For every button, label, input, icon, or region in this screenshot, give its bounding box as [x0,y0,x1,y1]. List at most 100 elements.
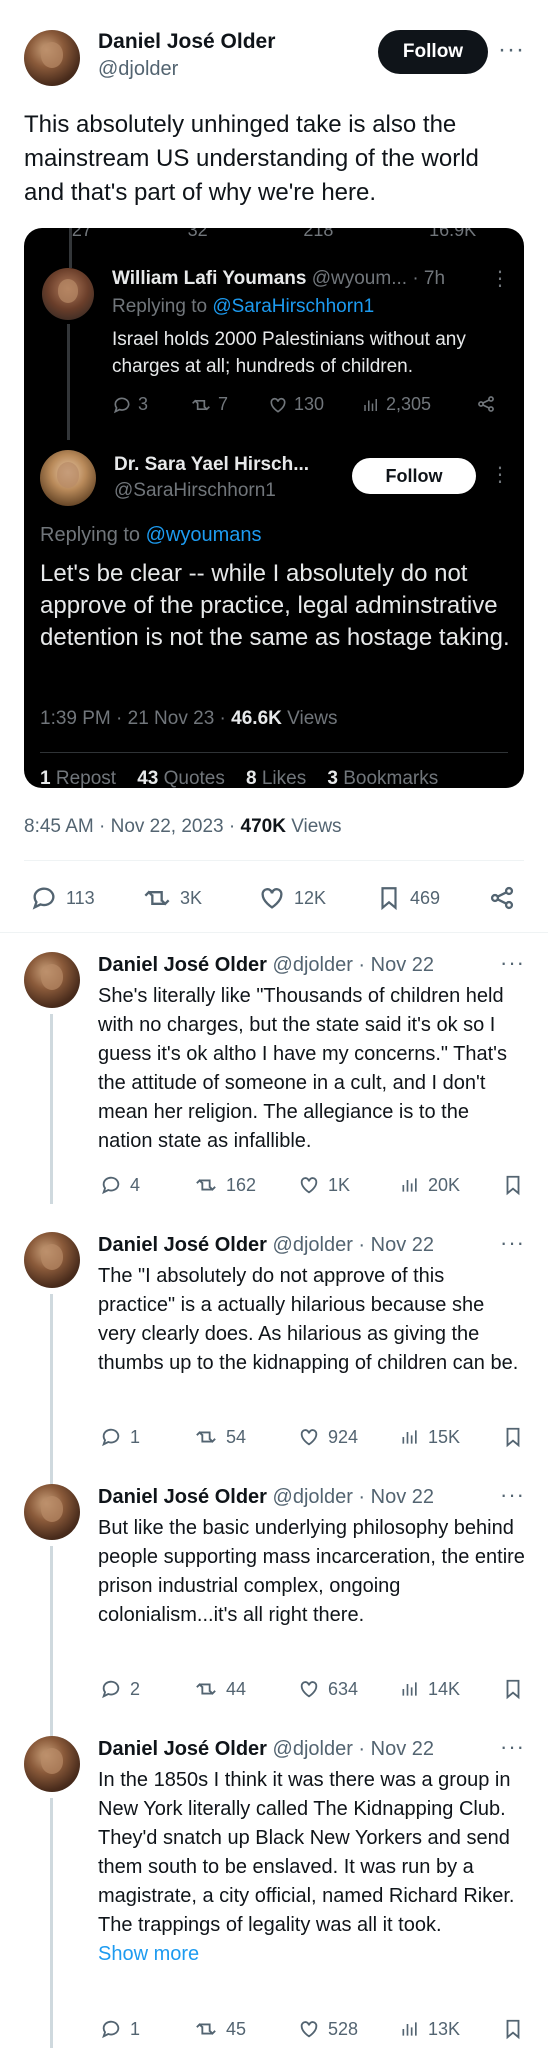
follow-button[interactable]: Follow [378,30,488,74]
reply-author-name[interactable]: Daniel José Older [98,954,267,976]
reply-icon [102,1428,120,1447]
share-action[interactable] [488,884,516,912]
bookmark-action[interactable]: 469 [376,884,440,912]
reply-action[interactable]: 1 [100,2018,140,2040]
youmans-name[interactable]: William Lafi Youmans [112,268,306,289]
repost-action[interactable]: 7 [190,394,228,415]
views-count: 13K [428,2018,461,2039]
replying-prefix: Replying to [112,296,213,317]
bookmark-action[interactable] [502,1174,524,1196]
reply-action[interactable]: 2 [100,1678,140,1700]
like-icon [300,2021,318,2038]
quoted-tweet-card[interactable]: 27 32 218 16.9K William Lafi Youmans @wy… [24,228,524,788]
bookmarks-label[interactable]: Bookmarks [338,768,438,788]
quotes-total[interactable]: 43 [137,768,158,788]
hirschhorn-time[interactable]: 1:39 PM · 21 Nov 23 · [40,708,231,729]
youmans-avatar[interactable] [42,268,94,320]
hirschhorn-handle[interactable]: @SaraHirschhorn1 [114,480,276,502]
more-icon[interactable]: ⋮ [490,462,510,487]
views-icon [402,1178,417,1192]
youmans-handle[interactable]: @wyoum... [306,268,407,289]
author-avatar[interactable] [24,1232,80,1288]
reply-text: But like the basic underlying philosophy… [98,1517,525,1626]
bookmark-action[interactable] [502,1426,524,1448]
repost-icon [196,1683,216,1695]
tweet-text: This absolutely unhinged take is also th… [24,111,479,206]
bookmark-icon [506,1427,520,1448]
youmans-header[interactable]: William Lafi Youmans @wyoum... · 7h [112,268,445,290]
bookmarks-total[interactable]: 3 [327,768,338,788]
reply-handle-time[interactable]: @djolder · Nov 22 [267,954,435,976]
repost-action[interactable]: 3K [142,884,202,912]
likes-label[interactable]: Likes [257,768,306,788]
reply-author-name[interactable]: Daniel José Older [98,1738,267,1760]
more-icon[interactable]: ⋮ [490,266,510,291]
like-action[interactable]: 924 [298,1426,358,1448]
reply-action[interactable]: 113 [30,884,95,912]
author-handle[interactable]: @djolder [98,58,178,81]
reply-author-name[interactable]: Daniel José Older [98,1234,267,1256]
reply-header: Daniel José Older @djolder · Nov 22 [98,954,434,977]
replying-to-link[interactable]: @wyoumans [146,524,262,546]
reply-author-name[interactable]: Daniel José Older [98,1486,267,1508]
author-avatar[interactable] [24,1736,80,1792]
more-icon[interactable]: ··· [500,1230,525,1256]
more-icon[interactable]: ··· [500,1734,525,1760]
reply-handle-time[interactable]: @djolder · Nov 22 [267,1234,435,1256]
repost-action[interactable]: 162 [194,1174,256,1196]
author-avatar[interactable] [24,952,80,1008]
share-action[interactable] [476,394,496,414]
replying-to-link[interactable]: @SaraHirschhorn1 [212,296,374,317]
views-action[interactable]: 20K [400,1174,460,1196]
reply-action[interactable]: 3 [112,394,148,415]
reply-header: Daniel José Older @djolder · Nov 22 [98,1234,434,1257]
like-action[interactable]: 528 [298,2018,358,2040]
repost-count: 3K [180,887,203,908]
like-icon [300,1429,318,1446]
quotes-label[interactable]: Quotes [158,768,225,788]
views-action[interactable]: 13K [400,2018,460,2040]
repost-total[interactable]: 1 [40,768,51,788]
hirschhorn-avatar[interactable] [40,450,96,506]
divider [24,860,524,861]
hirschhorn-follow-button[interactable]: Follow [352,458,476,494]
hirschhorn-meta: 1:39 PM · 21 Nov 23 · 46.6K Views [40,708,337,730]
like-count: 12K [294,887,327,908]
like-action[interactable]: 130 [268,394,324,415]
views-action[interactable]: 15K [400,1426,460,1448]
youmans-text: Israel holds 2000 Palestinians without a… [112,329,466,377]
reply-count: 4 [130,1174,141,1195]
thread-line [67,324,70,440]
repost-action[interactable]: 54 [194,1426,246,1448]
repost-action[interactable]: 44 [194,1678,246,1700]
like-action[interactable]: 1K [298,1174,350,1196]
reply-action[interactable]: 1 [100,1426,140,1448]
reply-icon [113,397,130,413]
reply-handle-time[interactable]: @djolder · Nov 22 [267,1738,435,1760]
repost-label[interactable]: Repost [51,768,116,788]
reply-handle-time[interactable]: @djolder · Nov 22 [267,1486,435,1508]
bookmark-action[interactable] [502,1678,524,1700]
tweet-time[interactable]: 8:45 AM · Nov 22, 2023 · [24,816,241,837]
reply-action[interactable]: 4 [100,1174,140,1196]
views-action[interactable]: 2,305 [362,394,431,415]
likes-total[interactable]: 8 [246,768,257,788]
tweet-meta: 8:45 AM · Nov 22, 2023 · 470K Views [24,816,342,838]
more-icon[interactable]: ··· [500,950,525,976]
youmans-time[interactable]: · 7h [412,268,445,289]
more-icon[interactable]: ··· [500,1482,525,1508]
views-action[interactable]: 14K [400,1678,460,1700]
author-name[interactable]: Daniel José Older [98,30,275,54]
bookmark-action[interactable] [502,2018,524,2040]
hirschhorn-name[interactable]: Dr. Sara Yael Hirsch... [114,454,309,476]
repost-icon [196,1431,216,1443]
author-avatar[interactable] [24,1484,80,1540]
author-avatar[interactable] [24,30,80,86]
reply-count: 2 [130,1678,141,1699]
like-action[interactable]: 634 [298,1678,358,1700]
share-icon [490,886,514,910]
repost-action[interactable]: 45 [194,2018,246,2040]
like-action[interactable]: 12K [258,884,326,912]
show-more-link[interactable]: Show more [98,1940,526,1969]
more-icon[interactable]: ··· [498,36,525,64]
